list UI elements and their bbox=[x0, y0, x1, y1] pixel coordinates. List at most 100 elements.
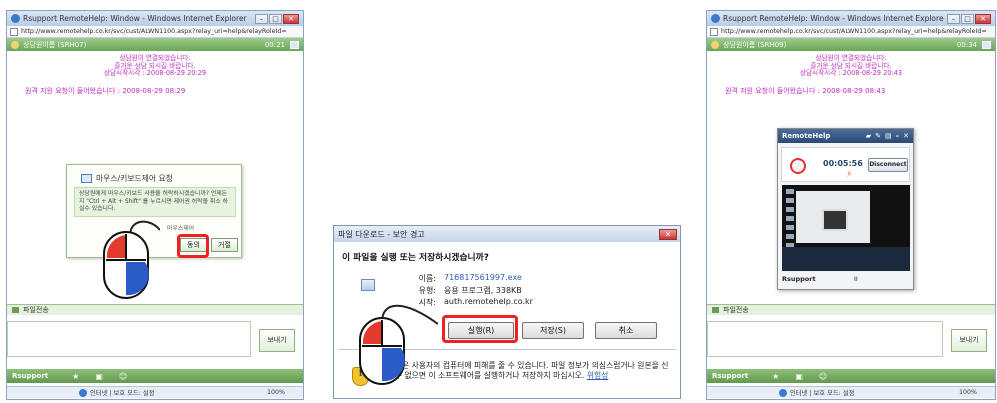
right-chat-area: 상담원이 연결되었습니다. 즐거운 상담 되시길 바랍니다. 상담시작시각 : … bbox=[707, 51, 995, 96]
file-transfer-icon bbox=[12, 307, 19, 313]
window-icon[interactable] bbox=[290, 40, 299, 49]
application-icon bbox=[361, 279, 375, 291]
screen-icon[interactable]: ▣ bbox=[95, 372, 103, 381]
remotehelp-panel: RemoteHelp ▰ ✎ ▤ – ✕ 00:05:56 ⚡ Disconne… bbox=[777, 128, 914, 290]
globe-icon bbox=[79, 388, 87, 397]
reject-button[interactable]: 거절 bbox=[211, 238, 238, 252]
right-session-name: 상담원이름 (SRH09) bbox=[723, 40, 787, 49]
clock-icon bbox=[790, 158, 806, 174]
left-status-bar: 인터넷 | 보호 모드: 설정 100% bbox=[7, 386, 303, 398]
person-icon[interactable]: ☺ bbox=[119, 372, 127, 381]
left-bottom-bar: Rsupport ★ ▣ ☺ bbox=[7, 369, 303, 383]
remotehelp-title-bar: RemoteHelp ▰ ✎ ▤ – ✕ bbox=[778, 129, 913, 143]
right-file-transfer-bar[interactable]: 파일전송 bbox=[707, 304, 995, 315]
star-icon[interactable]: ★ bbox=[772, 372, 779, 381]
remote-screen-thumbnail[interactable] bbox=[782, 185, 910, 271]
right-request-line: 원격 지원 요청이 들어왔습니다 : 2008-08-29 08:43 bbox=[725, 86, 886, 95]
close-button[interactable]: ✕ bbox=[283, 13, 299, 24]
dialog-question: 이 파일을 실행 또는 저장하시겠습니까? bbox=[342, 253, 489, 263]
remotehelp-title: RemoteHelp bbox=[782, 132, 831, 140]
chat-line: 상담시작시각 : 2008-08-29 20:29 bbox=[103, 69, 207, 77]
left-zoom[interactable]: 100% bbox=[267, 389, 285, 396]
right-status-bar: 인터넷 | 보호 모드: 설정 100% bbox=[707, 386, 995, 398]
page-icon bbox=[710, 27, 718, 36]
left-chat-area: 상담원이 연결되었습니다. 즐거운 상담 되시길 바랍니다. 상담시작시각 : … bbox=[7, 51, 303, 96]
save-button[interactable]: 저장(S) bbox=[522, 322, 584, 339]
person-icon[interactable]: ☺ bbox=[819, 372, 827, 381]
ie-icon bbox=[11, 14, 20, 23]
risk-link[interactable]: 위험성 bbox=[587, 371, 609, 380]
maximize-button[interactable]: □ bbox=[961, 13, 974, 24]
dialog-title: 파일 다운로드 - 보안 경고 bbox=[338, 229, 425, 239]
left-url[interactable]: http://www.remotehelp.co.kr/svc/cust/ALW… bbox=[21, 28, 300, 35]
remotehelp-footer-brand: Rsupport bbox=[782, 275, 816, 283]
chat-line: 상담시작시각 : 2008-08-29 20:43 bbox=[799, 69, 903, 77]
close-button[interactable]: ✕ bbox=[975, 13, 991, 24]
mouse-click-icon bbox=[359, 304, 438, 385]
permission-title: 마우스/키보드제어 요청 bbox=[96, 174, 173, 183]
minimize-button[interactable]: – bbox=[255, 13, 268, 24]
dialog-title-bar: 파일 다운로드 - 보안 경고 ✕ bbox=[334, 226, 680, 242]
minimize-icon[interactable]: – bbox=[896, 132, 900, 140]
desktop-icons bbox=[786, 189, 794, 249]
run-highlight bbox=[442, 315, 518, 343]
type-label: 유형: bbox=[418, 286, 436, 295]
left-file-transfer-label: 파일전송 bbox=[23, 306, 49, 314]
left-title-bar: Rsupport RemoteHelp: Window - Windows In… bbox=[7, 11, 303, 26]
pause-icon[interactable]: II bbox=[854, 275, 858, 283]
left-session-time: 00:21 bbox=[264, 40, 285, 49]
minimize-button[interactable]: – bbox=[947, 13, 960, 24]
globe-icon bbox=[779, 388, 787, 397]
name-label: 이름: bbox=[418, 274, 436, 283]
left-chat-messages: 상담원이 연결되었습니다. 즐거운 상담 되시길 바랍니다. 상담시작시각 : … bbox=[7, 54, 303, 78]
mouse-click-icon bbox=[103, 220, 160, 299]
right-status-zone: 인터넷 | 보호 모드: 설정 bbox=[790, 390, 855, 397]
file-type: 응용 프로그램, 338KB bbox=[444, 286, 522, 295]
right-session-time: 00:34 bbox=[956, 40, 977, 49]
right-bottom-bar: Rsupport ★ ▣ ☺ bbox=[707, 369, 995, 383]
right-message-input[interactable] bbox=[707, 321, 943, 357]
file-source: auth.remotehelp.co.kr bbox=[444, 297, 533, 306]
maximize-button[interactable]: □ bbox=[269, 13, 282, 24]
view-icon[interactable]: ▤ bbox=[885, 132, 892, 140]
pen-icon[interactable]: ✎ bbox=[875, 132, 881, 140]
right-send-button[interactable]: 보내기 bbox=[951, 329, 987, 352]
left-session-bar: 상담원이름 (SRH07) 00:21 bbox=[7, 38, 303, 51]
keyboard-icon bbox=[81, 174, 92, 183]
dialog-close-button[interactable]: ✕ bbox=[659, 228, 677, 240]
agent-icon bbox=[11, 40, 19, 49]
right-address-bar[interactable]: http://www.remotehelp.co.kr/svc/cust/ALW… bbox=[707, 26, 995, 38]
file-transfer-icon bbox=[712, 307, 719, 313]
screen-icon[interactable]: ▣ bbox=[795, 372, 803, 381]
left-status-zone: 인터넷 | 보호 모드: 설정 bbox=[90, 390, 155, 397]
chat-icon[interactable]: ▰ bbox=[866, 132, 871, 140]
right-file-transfer-label: 파일전송 bbox=[723, 306, 749, 314]
permission-note: 마우스제어 bbox=[167, 226, 195, 232]
left-window-title: Rsupport RemoteHelp: Window - Windows In… bbox=[23, 14, 247, 23]
right-chat-messages: 상담원이 연결되었습니다. 즐거운 상담 되시길 바랍니다. 상담시작시각 : … bbox=[707, 54, 995, 78]
ie-icon bbox=[711, 14, 720, 23]
left-brand: Rsupport bbox=[12, 372, 49, 380]
left-session-name: 상담원이름 (SRH07) bbox=[23, 40, 87, 49]
right-zoom[interactable]: 100% bbox=[959, 389, 977, 396]
close-icon[interactable]: ✕ bbox=[903, 132, 909, 140]
agree-highlight bbox=[177, 234, 209, 258]
left-message-input[interactable] bbox=[7, 321, 251, 357]
remote-image bbox=[822, 209, 848, 231]
file-name[interactable]: 716817561997.exe bbox=[444, 273, 522, 282]
left-send-button[interactable]: 보내기 bbox=[259, 329, 295, 352]
right-title-bar: Rsupport RemoteHelp: Window - Windows In… bbox=[707, 11, 995, 26]
remotehelp-controls: 00:05:56 ⚡ Disconnect bbox=[781, 147, 910, 182]
disconnect-button[interactable]: Disconnect bbox=[868, 158, 908, 172]
agent-icon bbox=[711, 40, 719, 49]
cancel-button[interactable]: 취소 bbox=[595, 322, 657, 339]
right-brand: Rsupport bbox=[712, 372, 749, 380]
star-icon[interactable]: ★ bbox=[72, 372, 79, 381]
window-icon[interactable] bbox=[982, 40, 991, 49]
right-url[interactable]: http://www.remotehelp.co.kr/svc/cust/ALW… bbox=[721, 28, 992, 35]
session-timer: 00:05:56 bbox=[823, 159, 863, 168]
lightning-icon: ⚡ bbox=[846, 170, 853, 180]
left-file-transfer-bar[interactable]: 파일전송 bbox=[7, 304, 303, 315]
left-address-bar[interactable]: http://www.remotehelp.co.kr/svc/cust/ALW… bbox=[7, 26, 303, 38]
right-window-title: Rsupport RemoteHelp: Window - Windows In… bbox=[723, 14, 944, 23]
